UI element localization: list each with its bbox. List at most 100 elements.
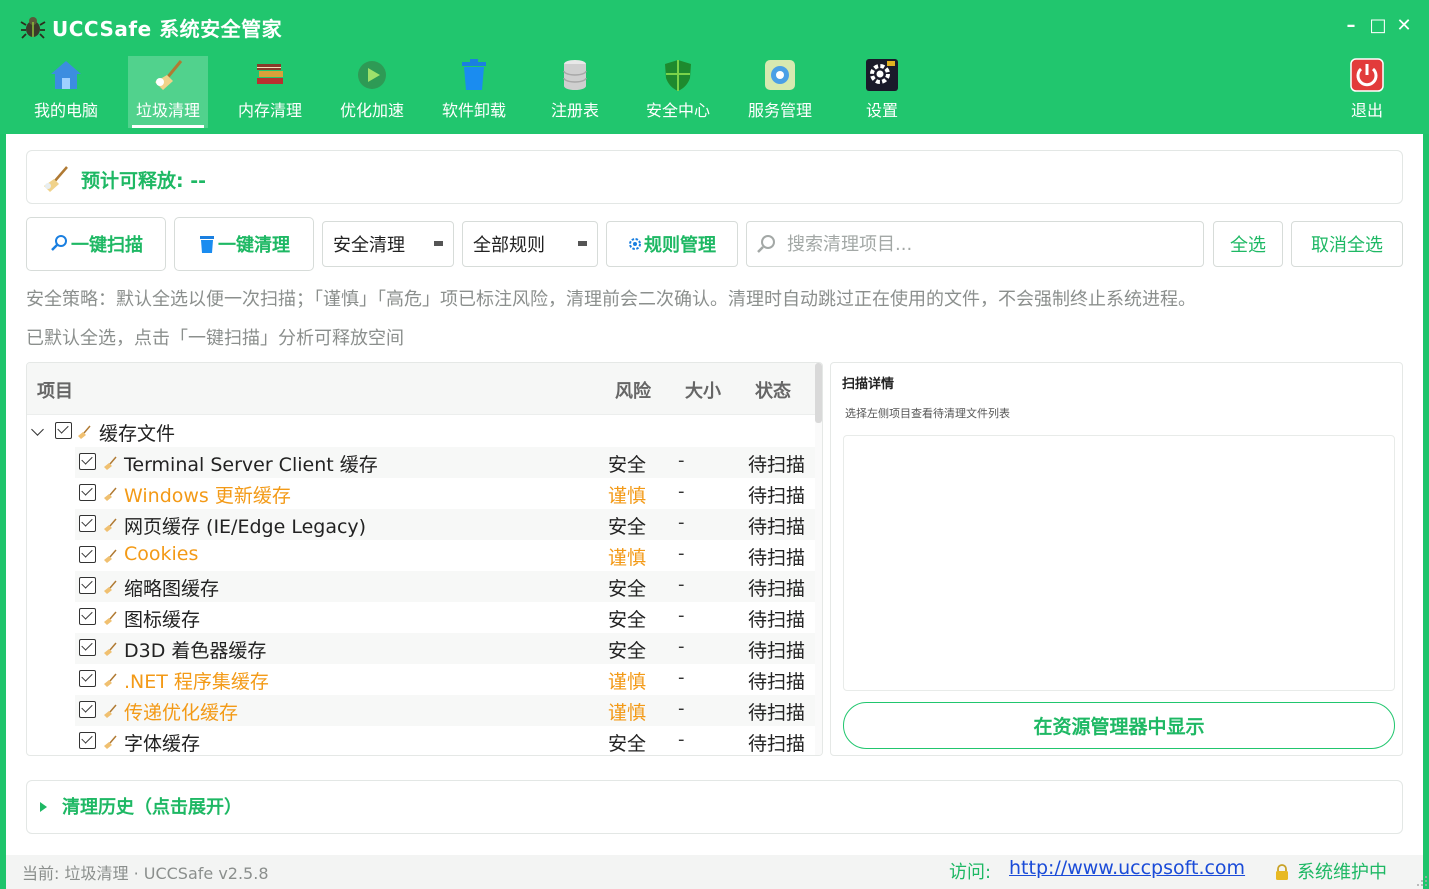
broom-icon: [104, 673, 117, 687]
nav-item-services[interactable]: 服务管理: [740, 56, 820, 128]
title-bar: UCCSafe 系统安全管家 – □ ✕ 我的电脑 垃圾清理 内存清理 优化加速…: [0, 0, 1429, 134]
table-row[interactable]: 字体缓存 安全 - 待扫描: [27, 726, 817, 755]
table-header: 项目 风险 大小 状态: [27, 363, 817, 415]
select-all-button[interactable]: 全选: [1213, 221, 1283, 267]
nav-item-registry[interactable]: 注册表: [535, 56, 615, 128]
rule-filter-value: 全部规则: [473, 235, 545, 256]
deselect-all-label: 取消全选: [1311, 235, 1383, 256]
row-checkbox[interactable]: [79, 453, 96, 470]
nav-item-memory-clean[interactable]: 内存清理: [230, 56, 310, 128]
row-label: 字体缓存: [124, 733, 201, 755]
search-box[interactable]: [746, 221, 1204, 267]
row-checkbox[interactable]: [79, 670, 96, 687]
scan-button-label: 一键扫描: [71, 235, 143, 256]
column-header-size[interactable]: 大小: [685, 377, 721, 403]
rule-manage-label: 规则管理: [644, 235, 716, 256]
row-checkbox[interactable]: [79, 639, 96, 656]
clean-button[interactable]: 一键清理: [174, 217, 314, 271]
nav-item-my-computer[interactable]: 我的电脑: [26, 56, 106, 128]
row-checkbox[interactable]: [79, 546, 96, 563]
reveal-in-explorer-button[interactable]: 在资源管理器中显示: [843, 702, 1395, 749]
database-icon: [563, 60, 587, 90]
row-risk: 安全: [608, 516, 647, 538]
group-checkbox[interactable]: [55, 422, 72, 439]
release-estimate-label: 预计可释放: --: [81, 170, 206, 192]
broom-icon: [155, 60, 183, 90]
main-panel: 预计可释放: -- 一键扫描 一键清理 安全清理 全部规则 规则管理 全选: [6, 134, 1423, 855]
row-checkbox[interactable]: [79, 608, 96, 625]
minimize-button[interactable]: –: [1340, 14, 1362, 38]
row-checkbox[interactable]: [79, 577, 96, 594]
table-row[interactable]: 网页缓存 (IE/Edge Legacy) 安全 - 待扫描: [27, 509, 817, 540]
row-checkbox[interactable]: [79, 515, 96, 532]
shield-icon: [665, 60, 691, 91]
broom-icon: [104, 735, 117, 749]
gear-icon: [866, 59, 898, 91]
row-status: 待扫描: [748, 485, 806, 507]
column-header-item[interactable]: 项目: [37, 377, 73, 403]
rule-manage-button[interactable]: 规则管理: [606, 221, 738, 267]
close-button[interactable]: ✕: [1393, 14, 1415, 38]
nav-label: 注册表: [550, 101, 599, 120]
nav-item-settings[interactable]: 设置: [842, 56, 922, 128]
deselect-all-button[interactable]: 取消全选: [1291, 221, 1403, 267]
scan-button[interactable]: 一键扫描: [26, 217, 166, 271]
row-label: 图标缓存: [124, 609, 201, 631]
row-risk: 安全: [608, 609, 647, 631]
nav-label: 安全中心: [645, 101, 710, 120]
nav-item-junk-clean[interactable]: 垃圾清理: [128, 56, 208, 128]
search-input[interactable]: [787, 230, 1187, 258]
expand-chevron-icon[interactable]: [31, 423, 44, 436]
nav-item-optimize[interactable]: 优化加速: [332, 56, 412, 128]
tree-group-row[interactable]: 缓存文件: [27, 416, 817, 447]
trash-icon: [198, 234, 216, 254]
file-list[interactable]: [843, 435, 1395, 691]
row-risk: 安全: [608, 578, 647, 600]
rule-filter-select[interactable]: 全部规则: [462, 221, 598, 267]
row-status: 待扫描: [748, 516, 806, 538]
table-row[interactable]: Windows 更新缓存 谨慎 - 待扫描: [27, 478, 817, 509]
nav-item-uninstall[interactable]: 软件卸载: [434, 56, 514, 128]
table-scrollbar[interactable]: [815, 363, 822, 755]
table-row[interactable]: Terminal Server Client 缓存 安全 - 待扫描: [27, 447, 817, 478]
clean-items-table: 项目 风险 大小 状态 缓存文件 Terminal Server Client …: [26, 362, 823, 756]
resize-grip-icon[interactable]: [1416, 875, 1428, 887]
nav-label: 服务管理: [747, 101, 812, 120]
column-header-status[interactable]: 状态: [755, 377, 791, 403]
website-link[interactable]: http://www.uccpsoft.com: [1009, 857, 1245, 879]
row-status: 待扫描: [748, 547, 806, 569]
row-checkbox[interactable]: [79, 484, 96, 501]
table-row[interactable]: 传递优化缓存 谨慎 - 待扫描: [27, 695, 817, 726]
search-icon: [755, 233, 777, 259]
nav-item-security[interactable]: 安全中心: [638, 56, 718, 128]
search-icon: [49, 234, 69, 254]
row-status: 待扫描: [748, 640, 806, 662]
broom-icon: [44, 166, 68, 192]
nav-label: 设置: [865, 101, 898, 120]
row-checkbox[interactable]: [79, 732, 96, 749]
nav-label: 垃圾清理: [135, 101, 200, 120]
table-row[interactable]: Cookies 谨慎 - 待扫描: [27, 540, 817, 571]
table-row[interactable]: D3D 着色器缓存 安全 - 待扫描: [27, 633, 817, 664]
clean-mode-select[interactable]: 安全清理: [322, 221, 454, 267]
maximize-button[interactable]: □: [1367, 14, 1389, 38]
exit-button[interactable]: 退出: [1327, 56, 1407, 128]
row-risk: 谨慎: [608, 671, 647, 693]
column-header-risk[interactable]: 风险: [615, 377, 651, 403]
table-row[interactable]: .NET 程序集缓存 谨慎 - 待扫描: [27, 664, 817, 695]
broom-icon: [78, 425, 91, 439]
broom-icon: [104, 580, 117, 594]
settings-gear-icon: [628, 237, 642, 251]
broom-icon: [104, 487, 117, 501]
detail-title: 扫描详情: [842, 377, 895, 392]
group-label: 缓存文件: [99, 423, 176, 445]
scrollbar-thumb[interactable]: [815, 363, 822, 423]
play-icon: [358, 61, 386, 89]
row-label: Terminal Server Client 缓存: [124, 454, 378, 476]
table-row[interactable]: 缩略图缓存 安全 - 待扫描: [27, 571, 817, 602]
clean-history-toggle[interactable]: 清理历史（点击展开）: [26, 780, 1403, 834]
table-row[interactable]: 图标缓存 安全 - 待扫描: [27, 602, 817, 633]
services-icon: [765, 60, 795, 90]
row-checkbox[interactable]: [79, 701, 96, 718]
row-size: -: [678, 512, 685, 533]
